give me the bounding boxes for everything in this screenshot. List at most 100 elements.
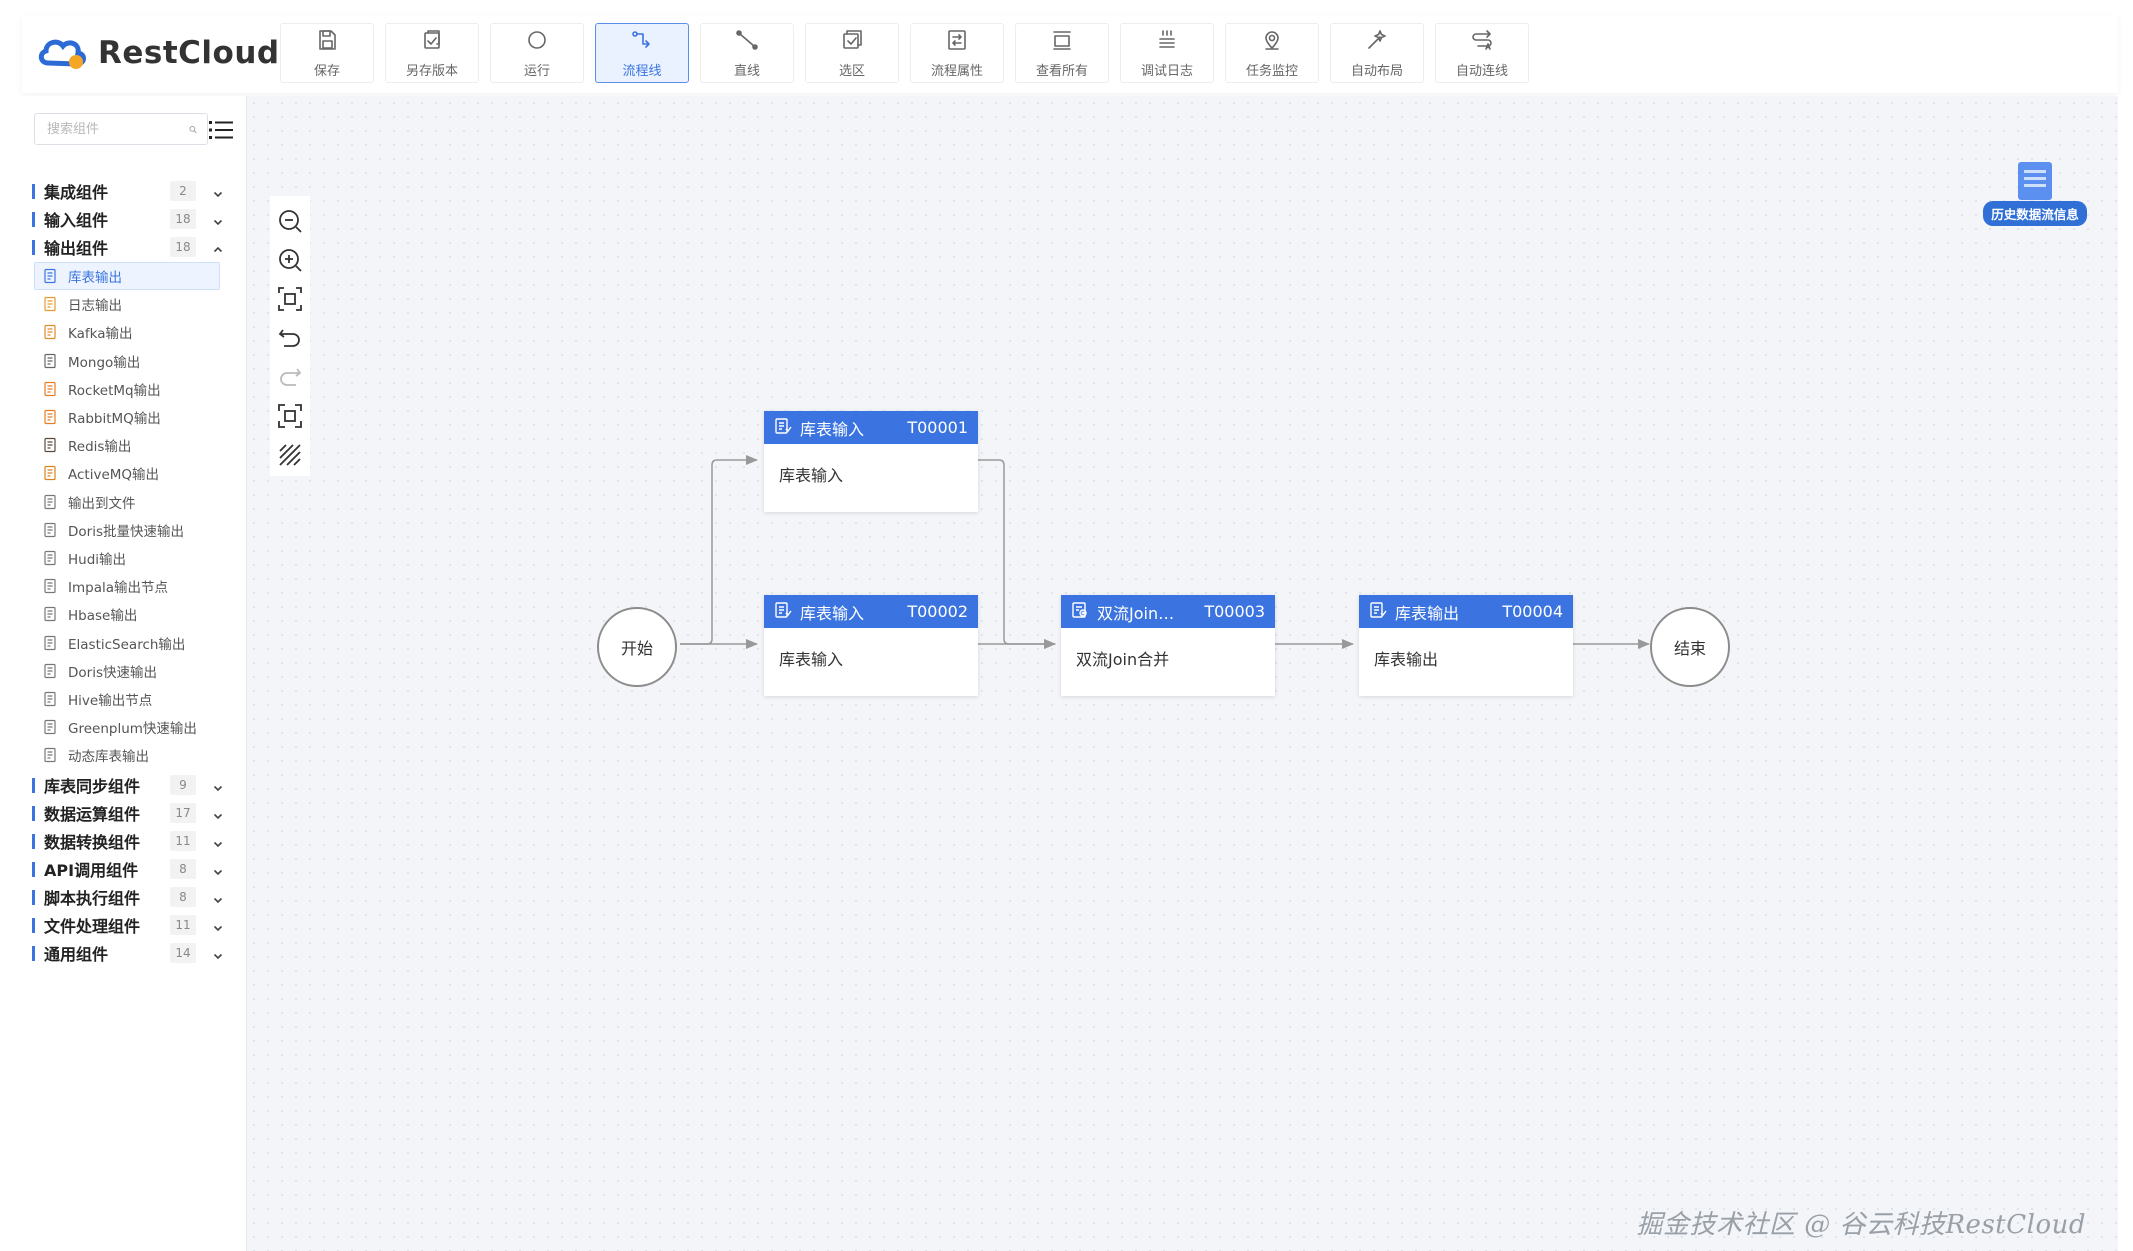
component-item[interactable]: RocketMq输出 (34, 375, 220, 403)
category-4[interactable]: 数据运算组件 17 (32, 798, 246, 828)
chevron-down-icon[interactable] (212, 779, 224, 792)
toolbar-button-run[interactable]: 运行 (490, 23, 584, 83)
edge-t00001-to-t00003[interactable] (978, 459, 1056, 649)
flow-node-t00004[interactable]: 库表输出 T00004 库表输出 (1359, 595, 1573, 696)
list-view-icon[interactable] (208, 118, 234, 142)
task-monitor-icon (1259, 28, 1285, 56)
category-count-badge: 14 (170, 943, 196, 963)
component-item-label: ElasticSearch输出 (68, 636, 186, 653)
run-icon (524, 28, 550, 56)
chevron-down-icon[interactable] (212, 835, 224, 848)
search-icon[interactable] (189, 123, 197, 136)
component-item-label: 日志输出 (68, 298, 122, 315)
hbase-icon (43, 606, 59, 622)
category-label: API调用组件 (44, 861, 139, 880)
component-search-box[interactable] (34, 113, 208, 145)
component-item-label: Doris快速输出 (68, 664, 157, 681)
component-item[interactable]: Impala输出节点 (34, 572, 220, 600)
category-0[interactable]: 集成组件 2 (32, 176, 246, 206)
toolbar-button-select-area[interactable]: 选区 (805, 23, 899, 83)
chevron-down-icon[interactable] (212, 807, 224, 820)
toolbar-button-task-monitor[interactable]: 任务监控 (1225, 23, 1319, 83)
end-node[interactable]: 结束 (1650, 607, 1730, 687)
flow-node-t00002[interactable]: 库表输入 T00002 库表输入 (764, 595, 978, 696)
node-id: T00001 (907, 418, 968, 437)
toolbar-button-flow-properties[interactable]: 流程属性 (910, 23, 1004, 83)
chevron-down-icon[interactable] (212, 863, 224, 876)
component-item[interactable]: Kafka输出 (34, 318, 220, 346)
debug-log-icon (1154, 28, 1180, 56)
component-item[interactable]: ElasticSearch输出 (34, 629, 220, 657)
category-label: 输出组件 (44, 239, 109, 258)
flow-node-t00003[interactable]: 双流Join… T00003 双流Join合并 (1061, 595, 1275, 696)
category-label: 文件处理组件 (44, 917, 141, 936)
component-item[interactable]: 动态库表输出 (34, 741, 220, 769)
category-6[interactable]: API调用组件 8 (32, 854, 246, 884)
chevron-down-icon[interactable] (212, 891, 224, 904)
component-item-label: Hive输出节点 (68, 693, 153, 709)
category-marker (32, 183, 35, 199)
category-1[interactable]: 输入组件 18 (32, 204, 246, 234)
start-node[interactable]: 开始 (597, 607, 677, 687)
category-3[interactable]: 库表同步组件 9 (32, 770, 246, 800)
category-marker (32, 945, 35, 961)
component-item[interactable]: Hbase输出 (34, 600, 220, 628)
chevron-down-icon[interactable] (212, 185, 224, 198)
component-item-label: Kafka输出 (68, 326, 133, 343)
node-title: 库表输出 (1395, 603, 1460, 623)
chevron-down-icon[interactable] (212, 213, 224, 226)
component-item[interactable]: ActiveMQ输出 (34, 459, 220, 487)
component-item-label: Impala输出节点 (68, 580, 168, 597)
category-5[interactable]: 数据转换组件 11 (32, 826, 246, 856)
component-item[interactable]: Hive输出节点 (34, 685, 220, 713)
component-item[interactable]: Doris快速输出 (34, 657, 220, 685)
component-item[interactable]: Greenplum快速输出 (34, 713, 220, 741)
toolbar-button-auto-layout[interactable]: 自动布局 (1330, 23, 1424, 83)
category-marker (32, 777, 35, 793)
straight-line-icon (734, 28, 760, 56)
category-2[interactable]: 输出组件 18 (32, 232, 246, 262)
toolbar-button-label: 保存 (313, 63, 340, 79)
flow-node-t00001[interactable]: 库表输入 T00001 库表输入 (764, 411, 978, 512)
component-item-label: RocketMq输出 (68, 382, 161, 399)
toolbar-button-debug-log[interactable]: 调试日志 (1120, 23, 1214, 83)
toolbar-button-flow-line[interactable]: 流程线 (595, 23, 689, 83)
impala-icon (43, 578, 59, 594)
category-count-badge: 11 (170, 915, 196, 935)
category-7[interactable]: 脚本执行组件 8 (32, 882, 246, 912)
component-item-label: ActiveMQ输出 (68, 467, 160, 484)
chevron-down-icon[interactable] (212, 919, 224, 932)
component-search-input[interactable] (45, 120, 189, 138)
category-marker (32, 211, 35, 227)
toolbar-button-straight-line[interactable]: 直线 (700, 23, 794, 83)
toolbar-button-auto-connect[interactable]: 自动连线 (1435, 23, 1529, 83)
activemq-icon (43, 465, 59, 481)
component-item[interactable]: Hudi输出 (34, 544, 220, 572)
component-item[interactable]: 日志输出 (34, 290, 220, 318)
rocketmq-icon (43, 381, 59, 397)
edge-start-to-t00001[interactable] (680, 455, 758, 645)
node-id: T00002 (907, 602, 968, 621)
component-item[interactable]: 输出到文件 (34, 488, 220, 516)
category-9[interactable]: 通用组件 14 (32, 938, 246, 968)
component-item[interactable]: Mongo输出 (34, 347, 220, 375)
component-item[interactable]: 库表输出 (34, 262, 220, 290)
toolbar-button-label: 调试日志 (1140, 63, 1193, 79)
chevron-down-icon[interactable] (212, 947, 224, 960)
component-item[interactable]: RabbitMQ输出 (34, 403, 220, 431)
toolbar-button-view-all[interactable]: 查看所有 (1015, 23, 1109, 83)
chevron-up-icon[interactable] (212, 241, 224, 253)
category-marker (32, 889, 35, 905)
hive-icon (43, 691, 59, 707)
table-node-icon (774, 601, 800, 623)
doris-batch-icon (43, 522, 59, 538)
component-item[interactable]: Redis输出 (34, 431, 220, 459)
component-item[interactable]: Doris批量快速输出 (34, 516, 220, 544)
doris-icon (43, 663, 59, 679)
toolbar-button-save-version[interactable]: 另存版本 (385, 23, 479, 83)
toolbar-button-save[interactable]: 保存 (280, 23, 374, 83)
category-label: 脚本执行组件 (44, 889, 141, 908)
category-8[interactable]: 文件处理组件 11 (32, 910, 246, 940)
flow-canvas[interactable]: 历史数据流信息 开始 结束 库表输入 T00001 库表输入 库表输入 T00002 库表… (247, 96, 2118, 1251)
flow-properties-icon (944, 28, 970, 56)
